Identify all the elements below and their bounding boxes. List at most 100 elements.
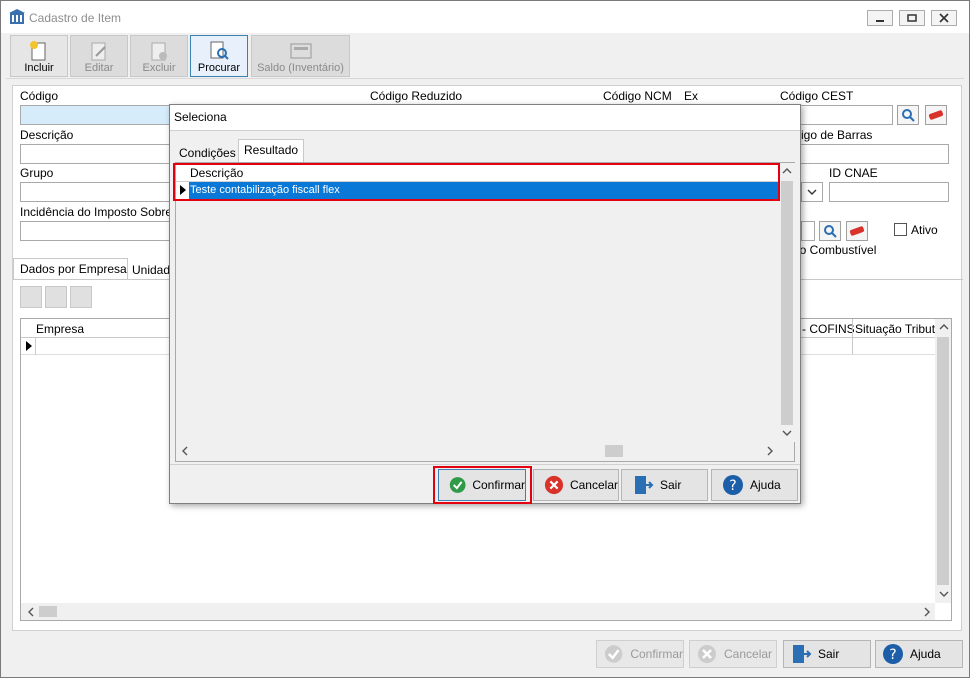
column-empresa: Empresa (36, 322, 85, 336)
incluir-label: Incluir (24, 62, 54, 74)
combustivel-input[interactable] (801, 221, 815, 241)
chevron-right-icon (767, 446, 773, 456)
combustivel-search-button[interactable] (819, 221, 841, 241)
eraser-icon (928, 110, 944, 120)
combustivel-label: ico Combustível (791, 243, 877, 257)
chevron-down-icon (782, 430, 792, 436)
tab-resultado[interactable]: Resultado (238, 139, 305, 162)
edit-document-icon (91, 42, 106, 61)
excluir-button[interactable]: Excluir (130, 35, 188, 77)
sair-label: Sair (818, 647, 840, 661)
cest-clear-button[interactable] (925, 105, 947, 125)
codigo-input[interactable] (20, 105, 170, 125)
tab-resultado-label: Resultado (244, 143, 299, 157)
grid-hscrollbar[interactable] (21, 603, 935, 620)
chevron-left-icon (182, 446, 188, 456)
resultado-grid[interactable]: Descrição Teste contabilização fiscall f… (175, 162, 795, 462)
saldo-inventario-button[interactable]: Saldo (Inventário) (251, 35, 350, 77)
codigo-reduzido-label: Código Reduzido (370, 89, 463, 103)
search-document-icon (210, 41, 229, 60)
search-icon (902, 109, 915, 122)
dialog-title-bar: Seleciona (170, 105, 800, 130)
ativo-label: Ativo (911, 223, 938, 237)
confirmar-button[interactable]: Confirmar (596, 640, 684, 668)
grupo-dropdown[interactable] (801, 182, 823, 202)
tab-unidade-label: Unidad (132, 263, 171, 277)
maximize-button[interactable] (899, 10, 925, 26)
resultado-vscroll-thumb[interactable] (781, 181, 793, 425)
toolbar: Incluir Editar Excluir Procurar Saldo (I… (6, 33, 964, 79)
window-title: Cadastro de Item (29, 11, 122, 25)
tab-dados-por-empresa[interactable]: Dados por Empresa (13, 258, 128, 280)
close-icon (939, 13, 949, 23)
exit-door-icon (635, 476, 654, 494)
descricao-label: Descrição (20, 128, 74, 142)
cancelar-button[interactable]: Cancelar (689, 640, 777, 668)
cancel-circle-icon (698, 645, 716, 663)
dialog-cancelar-button[interactable]: Cancelar (533, 469, 619, 501)
ajuda-button[interactable]: ? Ajuda (875, 640, 963, 668)
sair-button[interactable]: Sair (783, 640, 871, 668)
delete-document-icon (151, 42, 167, 61)
check-circle-icon (604, 645, 623, 663)
exit-door-icon (793, 645, 812, 663)
resultado-vscrollbar[interactable] (779, 163, 795, 442)
seleciona-dialog: Seleciona Condições Resultado Descrição … (169, 104, 801, 504)
chevron-down-icon (939, 591, 949, 597)
svg-text:?: ? (889, 647, 896, 663)
procurar-label: Procurar (197, 62, 241, 74)
descricao-input[interactable] (20, 144, 170, 164)
codigo-ncm-label: Código NCM (603, 89, 672, 103)
row-divider (35, 338, 36, 355)
grupo-input[interactable] (20, 182, 170, 202)
dialog-footer-divider (170, 464, 800, 465)
tab-unidade[interactable]: Unidad (129, 261, 171, 279)
column-cofins: - COFINS (802, 322, 855, 336)
chevron-up-icon (939, 324, 949, 330)
chevron-left-icon (28, 607, 34, 617)
main-window: Cadastro de Item Incluir Editar Excluir … (0, 0, 970, 678)
dialog-title: Seleciona (174, 110, 227, 124)
editar-label: Editar (84, 62, 114, 74)
eraser-icon (849, 226, 865, 236)
dialog-ajuda-button[interactable]: ? Ajuda (711, 469, 798, 501)
cest-search-button[interactable] (897, 105, 919, 125)
dialog-sair-button[interactable]: Sair (621, 469, 708, 501)
incidencia-input[interactable] (20, 221, 170, 241)
incluir-button[interactable]: Incluir (10, 35, 68, 77)
grupo-label: Grupo (20, 166, 54, 180)
grid-edit-button[interactable] (45, 286, 67, 308)
id-cnae-label: ID CNAE (829, 166, 878, 180)
resultado-hscroll-thumb[interactable] (605, 445, 623, 457)
title-bar: Cadastro de Item (1, 1, 969, 33)
help-icon: ? (723, 475, 743, 495)
codigo-cest-input[interactable] (799, 105, 893, 125)
chevron-right-icon (924, 607, 930, 617)
result-highlight-box (173, 163, 780, 201)
combustivel-clear-button[interactable] (846, 221, 868, 241)
codigo-cest-label: Código CEST (780, 89, 854, 103)
dialog-title-divider (170, 130, 800, 131)
incidencia-label: Incidência do Imposto Sobre (20, 205, 173, 219)
row-indicator-icon (26, 341, 32, 351)
grid-add-button[interactable] (20, 286, 42, 308)
minimize-button[interactable] (867, 10, 893, 26)
grid-vscroll-thumb[interactable] (937, 337, 949, 585)
ativo-checkbox[interactable] (894, 223, 907, 236)
resultado-hscrollbar[interactable] (176, 442, 779, 460)
column-situacao-tributaria: Situação Tributa (855, 322, 942, 336)
close-button[interactable] (931, 10, 957, 26)
tab-condicoes[interactable]: Condições (174, 143, 241, 163)
editar-button[interactable]: Editar (70, 35, 128, 77)
grid-vscrollbar[interactable] (935, 319, 951, 603)
app-icon (9, 9, 25, 24)
grid-hscroll-thumb[interactable] (39, 606, 57, 617)
procurar-button[interactable]: Procurar (190, 35, 248, 77)
codigo-barras-input[interactable] (799, 144, 949, 164)
chevron-up-icon (782, 168, 792, 174)
inventory-icon (290, 43, 311, 59)
grid-delete-button[interactable] (70, 286, 92, 308)
id-cnae-input[interactable] (829, 182, 949, 202)
dialog-cancelar-label: Cancelar (569, 478, 618, 492)
tab-condicoes-label: Condições (179, 146, 236, 160)
